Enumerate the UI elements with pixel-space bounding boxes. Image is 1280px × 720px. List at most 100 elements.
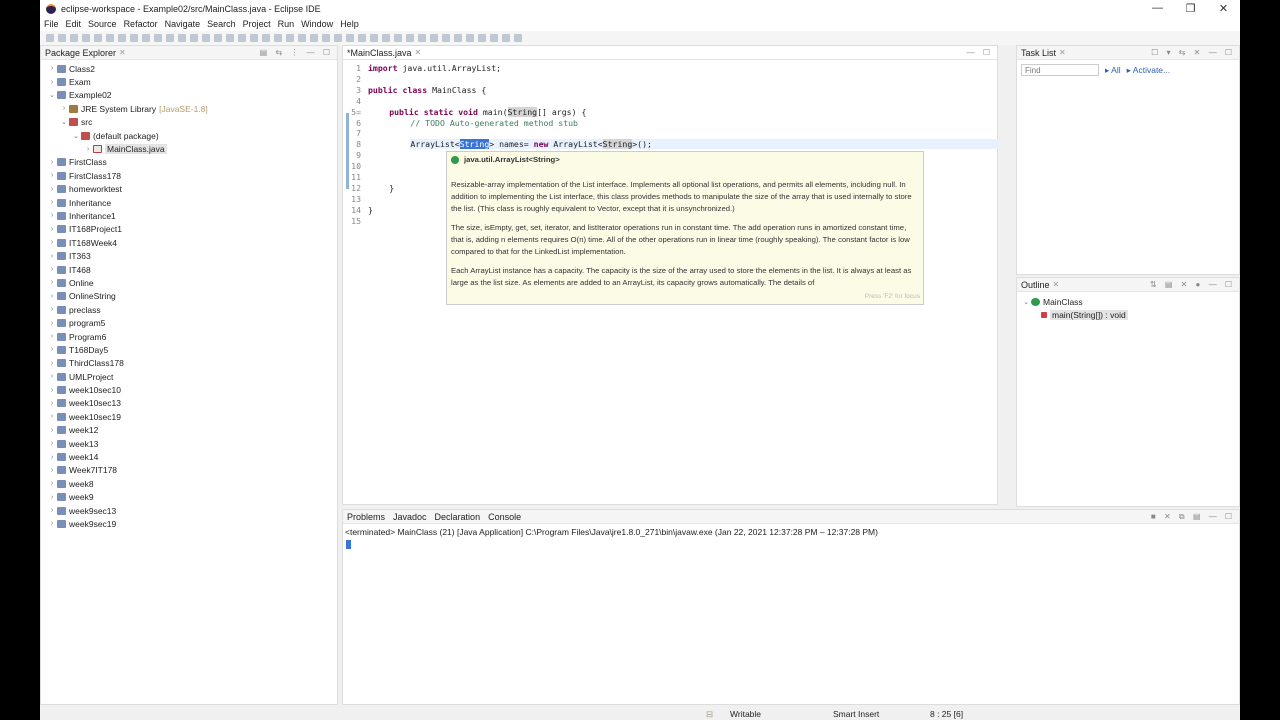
tree-item[interactable]: › preclass bbox=[41, 303, 337, 316]
tree-item[interactable]: ⌄ (default package) bbox=[41, 129, 337, 142]
toolbar-button-icon[interactable] bbox=[334, 34, 342, 42]
tree-item[interactable]: ⌄ Example02 bbox=[41, 89, 337, 102]
expand-arrow-icon[interactable]: › bbox=[47, 400, 57, 407]
expand-arrow-icon[interactable]: › bbox=[47, 480, 57, 487]
code-line-8[interactable]: ArrayList<String> names= new ArrayList<S… bbox=[410, 139, 1001, 150]
tree-item[interactable]: › week13 bbox=[41, 437, 337, 450]
toolbar-button-icon[interactable] bbox=[238, 34, 246, 42]
tab-javadoc[interactable]: Javadoc bbox=[393, 512, 427, 522]
toolbar-button-icon[interactable] bbox=[202, 34, 210, 42]
tree-item[interactable]: › week12 bbox=[41, 424, 337, 437]
expand-arrow-icon[interactable]: › bbox=[47, 159, 57, 166]
expand-arrow-icon[interactable]: › bbox=[47, 373, 57, 380]
menu-source[interactable]: Source bbox=[88, 19, 117, 29]
expand-arrow-icon[interactable]: › bbox=[47, 360, 57, 367]
toolbar-button-icon[interactable] bbox=[442, 34, 450, 42]
tree-item[interactable]: › Exam bbox=[41, 75, 337, 88]
menu-project[interactable]: Project bbox=[243, 19, 271, 29]
code-line-14[interactable]: } bbox=[368, 205, 373, 215]
toolbar-button-icon[interactable] bbox=[430, 34, 438, 42]
tree-item[interactable]: › week10sec13 bbox=[41, 397, 337, 410]
expand-arrow-icon[interactable]: › bbox=[47, 293, 57, 300]
task-find-input[interactable] bbox=[1021, 64, 1099, 76]
expand-arrow-icon[interactable]: › bbox=[47, 520, 57, 527]
toolbar-button-icon[interactable] bbox=[454, 34, 462, 42]
close-icon[interactable]: ✕ bbox=[1053, 280, 1060, 289]
toolbar-button-icon[interactable] bbox=[214, 34, 222, 42]
toolbar-button-icon[interactable] bbox=[130, 34, 138, 42]
expand-arrow-icon[interactable]: › bbox=[47, 226, 57, 233]
tree-item[interactable]: › week10sec19 bbox=[41, 410, 337, 423]
expand-arrow-icon[interactable]: › bbox=[47, 440, 57, 447]
close-button[interactable]: ✕ bbox=[1207, 2, 1240, 15]
activate-link[interactable]: ▸ Activate... bbox=[1127, 65, 1171, 76]
toolbar-button-icon[interactable] bbox=[490, 34, 498, 42]
toolbar-button-icon[interactable] bbox=[274, 34, 282, 42]
toolbar-button-icon[interactable] bbox=[358, 34, 366, 42]
toolbar-button-icon[interactable] bbox=[382, 34, 390, 42]
tree-item[interactable]: › MainClass.java bbox=[41, 142, 337, 155]
tree-item[interactable]: › FirstClass178 bbox=[41, 169, 337, 182]
menu-edit[interactable]: Edit bbox=[66, 19, 82, 29]
tree-item[interactable]: › IT168Project1 bbox=[41, 223, 337, 236]
javadoc-hover-popup[interactable]: java.util.ArrayList<String> Resizable-ar… bbox=[446, 151, 924, 305]
toolbar-button-icon[interactable] bbox=[262, 34, 270, 42]
expand-arrow-icon[interactable]: › bbox=[47, 186, 57, 193]
expand-arrow-icon[interactable]: ⌄ bbox=[59, 118, 69, 126]
code-line-3[interactable]: public class MainClass { bbox=[368, 85, 486, 95]
toolbar-button-icon[interactable] bbox=[250, 34, 258, 42]
tree-item[interactable]: › week8 bbox=[41, 477, 337, 490]
tree-item[interactable]: › Week7IT178 bbox=[41, 464, 337, 477]
toolbar-button-icon[interactable] bbox=[406, 34, 414, 42]
expand-arrow-icon[interactable]: › bbox=[47, 199, 57, 206]
toolbar-button-icon[interactable] bbox=[226, 34, 234, 42]
expand-arrow-icon[interactable]: › bbox=[47, 212, 57, 219]
expand-arrow-icon[interactable]: › bbox=[47, 413, 57, 420]
toolbar-button-icon[interactable] bbox=[46, 34, 54, 42]
tree-item[interactable]: › Inheritance bbox=[41, 196, 337, 209]
code-line-12[interactable]: } bbox=[389, 183, 394, 193]
code-line-5[interactable]: public static void main(String[] args) { bbox=[389, 106, 586, 117]
tree-item[interactable]: › JRE System Library [JavaSE-1.8] bbox=[41, 102, 337, 115]
expand-arrow-icon[interactable]: › bbox=[47, 279, 57, 286]
expand-arrow-icon[interactable]: › bbox=[47, 494, 57, 501]
tree-item[interactable]: › homeworktest bbox=[41, 183, 337, 196]
toolbar-button-icon[interactable] bbox=[154, 34, 162, 42]
minimize-button[interactable]: — bbox=[1141, 2, 1174, 15]
expand-arrow-icon[interactable]: › bbox=[47, 239, 57, 246]
menu-file[interactable]: File bbox=[44, 19, 59, 29]
view-controls[interactable]: ☐ ▾ ⇆ ✕ — ☐ bbox=[1151, 48, 1239, 57]
tree-item[interactable]: › program5 bbox=[41, 316, 337, 329]
outline-class-item[interactable]: ⌄ MainClass bbox=[1017, 295, 1239, 308]
toolbar-button-icon[interactable] bbox=[118, 34, 126, 42]
toolbar-button-icon[interactable] bbox=[502, 34, 510, 42]
menu-help[interactable]: Help bbox=[340, 19, 359, 29]
tree-item[interactable]: › IT468 bbox=[41, 263, 337, 276]
expand-arrow-icon[interactable]: › bbox=[47, 333, 57, 340]
expand-arrow-icon[interactable]: › bbox=[47, 320, 57, 327]
tree-item[interactable]: ⌄ src bbox=[41, 116, 337, 129]
expand-arrow-icon[interactable]: › bbox=[47, 387, 57, 394]
tree-item[interactable]: › UMLProject bbox=[41, 370, 337, 383]
menu-run[interactable]: Run bbox=[278, 19, 295, 29]
toolbar-button-icon[interactable] bbox=[166, 34, 174, 42]
expand-arrow-icon[interactable]: › bbox=[47, 65, 57, 72]
expand-arrow-icon[interactable]: ⌄ bbox=[47, 91, 57, 99]
tree-item[interactable]: › week9 bbox=[41, 491, 337, 504]
expand-arrow-icon[interactable]: › bbox=[47, 306, 57, 313]
maximize-button[interactable]: ❐ bbox=[1174, 2, 1207, 15]
menu-refactor[interactable]: Refactor bbox=[124, 19, 158, 29]
view-controls[interactable]: ▤ ⇆ ⋮ — ☐ bbox=[260, 48, 337, 57]
toolbar-button-icon[interactable] bbox=[298, 34, 306, 42]
toolbar-button-icon[interactable] bbox=[322, 34, 330, 42]
toolbar-button-icon[interactable] bbox=[70, 34, 78, 42]
expand-arrow-icon[interactable]: › bbox=[47, 507, 57, 514]
tree-item[interactable]: › week9sec13 bbox=[41, 504, 337, 517]
toolbar-button-icon[interactable] bbox=[106, 34, 114, 42]
toolbar-button-icon[interactable] bbox=[466, 34, 474, 42]
close-icon[interactable]: ✕ bbox=[415, 48, 422, 57]
tree-item[interactable]: › ThirdClass178 bbox=[41, 357, 337, 370]
tab-declaration[interactable]: Declaration bbox=[435, 512, 481, 522]
expand-arrow-icon[interactable]: › bbox=[47, 346, 57, 353]
tab-package-explorer[interactable]: Package Explorer bbox=[45, 48, 116, 58]
